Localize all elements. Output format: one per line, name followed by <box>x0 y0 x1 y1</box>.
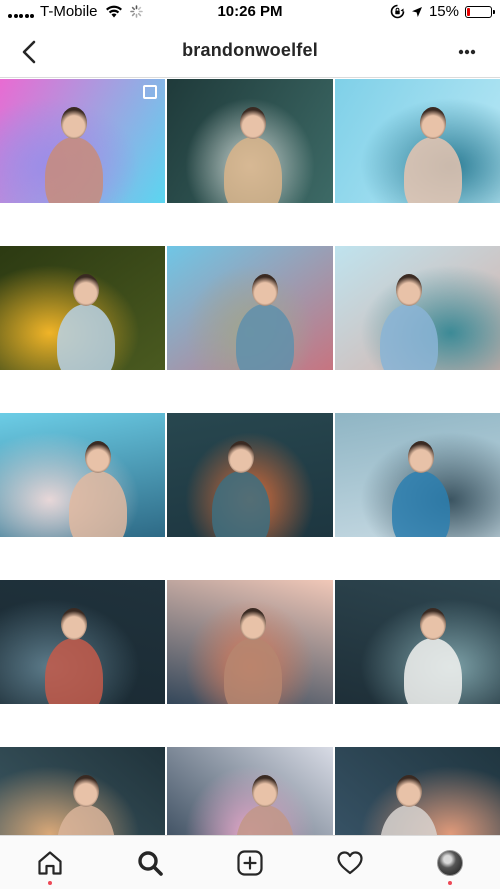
photo-subject-head <box>61 608 87 640</box>
photo-thumbnail[interactable] <box>167 79 333 203</box>
tab-activity[interactable] <box>320 838 380 888</box>
photo-grid <box>0 79 500 835</box>
photo-thumbnail[interactable] <box>167 246 333 370</box>
photo-thumbnail[interactable] <box>167 413 333 537</box>
grid-row <box>0 246 500 370</box>
photo-thumbnail[interactable] <box>334 747 500 835</box>
photo-subject-head <box>73 274 99 306</box>
grid-row <box>0 580 500 704</box>
photo-thumbnail[interactable] <box>334 246 500 370</box>
bottom-tab-bar <box>0 835 500 889</box>
photo-subject-head <box>61 107 87 139</box>
heart-icon <box>337 850 363 874</box>
photo-thumbnail[interactable] <box>0 580 166 704</box>
orientation-lock-icon <box>390 4 405 19</box>
more-horizontal-icon <box>458 49 476 55</box>
photo-thumbnail[interactable] <box>167 580 333 704</box>
location-arrow-icon <box>411 6 422 17</box>
more-options-button[interactable] <box>452 38 482 66</box>
profile-username: brandonwoelfel <box>182 40 318 60</box>
home-notification-dot <box>48 880 52 885</box>
photo-subject-head <box>395 274 422 306</box>
profile-notification-dot <box>448 880 452 885</box>
status-bar-right: 15% <box>390 3 495 20</box>
grid-row <box>0 413 500 537</box>
grid-row <box>0 747 500 835</box>
grid-row <box>0 79 500 203</box>
tab-profile[interactable] <box>420 838 480 888</box>
multiple-photos-icon <box>143 85 158 99</box>
home-icon <box>38 850 62 875</box>
plus-square-icon <box>237 849 263 876</box>
photo-subject-head <box>419 608 446 640</box>
status-bar: T-Mobile 10:26 PM 15% <box>0 0 500 26</box>
photo-thumbnail[interactable] <box>334 79 500 203</box>
battery-percent: 15% <box>428 3 459 20</box>
back-button[interactable] <box>14 38 44 66</box>
photo-subject-head <box>395 775 422 807</box>
photo-thumbnail[interactable] <box>334 580 500 704</box>
tab-home[interactable] <box>20 838 80 888</box>
photo-thumbnail[interactable] <box>334 413 500 537</box>
photo-thumbnail[interactable] <box>167 747 333 835</box>
tab-search[interactable] <box>120 838 180 888</box>
photo-subject-head <box>419 107 446 139</box>
photo-subject-head <box>407 441 434 473</box>
photo-thumbnail[interactable] <box>0 747 166 835</box>
search-icon <box>138 850 163 876</box>
battery-icon <box>465 5 495 18</box>
profile-avatar-icon <box>437 849 463 876</box>
chevron-left-icon <box>22 40 36 64</box>
photo-thumbnail[interactable] <box>0 79 166 203</box>
photo-subject-head <box>73 775 99 807</box>
photo-thumbnail[interactable] <box>0 413 166 537</box>
battery-level-fill <box>467 7 471 16</box>
photo-subject-head <box>85 441 111 473</box>
photo-thumbnail[interactable] <box>0 246 166 370</box>
profile-header: brandonwoelfel <box>0 26 500 78</box>
tab-new-post[interactable] <box>220 838 280 888</box>
